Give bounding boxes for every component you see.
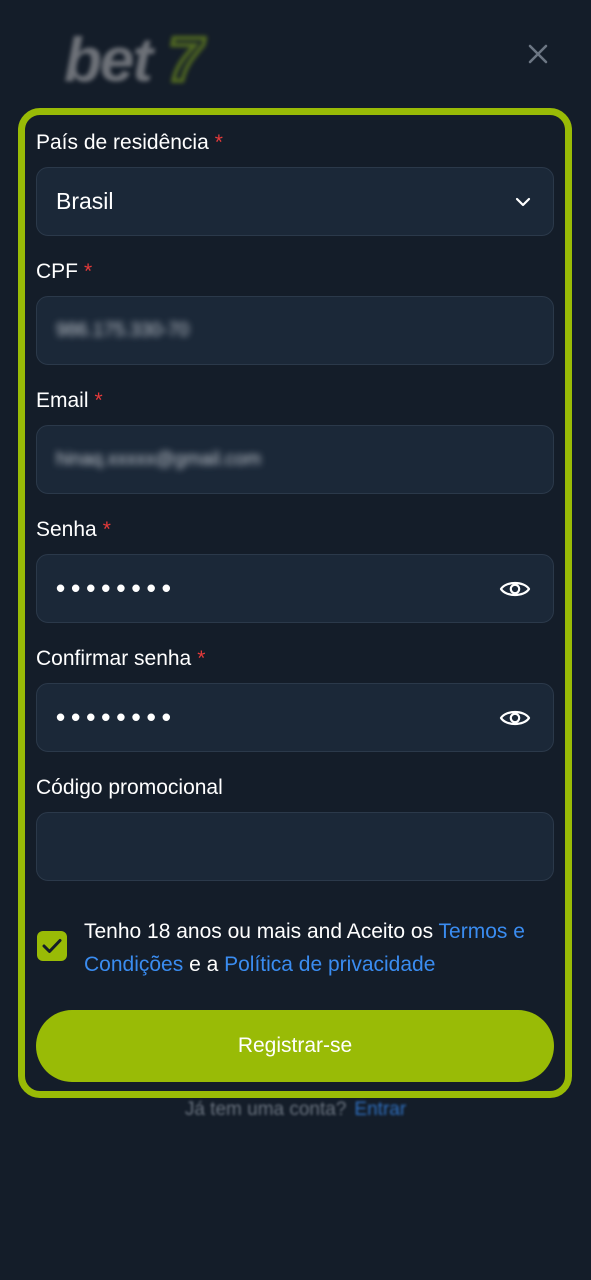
- privacy-policy-link[interactable]: Política de privacidade: [224, 953, 435, 976]
- email-label-text: Email: [36, 389, 89, 412]
- terms-checkbox[interactable]: [37, 931, 67, 961]
- logo-wordmark: bet: [64, 26, 153, 95]
- required-marker: *: [214, 131, 223, 154]
- cpf-label-text: CPF: [36, 260, 78, 283]
- password-input[interactable]: ••••••••: [36, 554, 554, 623]
- checkmark-icon: [42, 939, 62, 953]
- registration-screen: bet 7 País de residência * Brasil CPF * …: [0, 0, 591, 1280]
- email-input[interactable]: hinaq.xxxxx@gmail.com: [36, 425, 554, 494]
- cpf-value: 986.175.330-70: [56, 319, 190, 341]
- country-value: Brasil: [56, 188, 114, 214]
- confirm-password-field: Confirmar senha * ••••••••: [36, 646, 554, 752]
- required-marker: *: [102, 518, 111, 541]
- confirm-password-label-text: Confirmar senha: [36, 647, 192, 670]
- consent-text: Tenho 18 anos ou mais and Aceito os Term…: [84, 915, 556, 981]
- consent-text-part-1: Tenho 18 anos ou mais and Aceito os: [84, 920, 439, 943]
- country-select[interactable]: Brasil: [36, 167, 554, 236]
- required-marker: *: [94, 389, 103, 412]
- login-question: Já tem uma conta?: [184, 1099, 347, 1120]
- consent-text-part-2: e a: [183, 953, 225, 976]
- email-field: Email * hinaq.xxxxx@gmail.com: [36, 388, 554, 494]
- email-value: hinaq.xxxxx@gmail.com: [56, 448, 262, 470]
- required-marker: *: [197, 647, 206, 670]
- promo-code-label-text: Código promocional: [36, 776, 223, 799]
- country-field: País de residência * Brasil: [36, 130, 554, 236]
- login-prompt: Já tem uma conta? Entrar: [0, 1099, 591, 1121]
- country-label: País de residência *: [36, 130, 554, 156]
- password-field: Senha * ••••••••: [36, 517, 554, 623]
- register-button[interactable]: Registrar-se: [36, 1010, 554, 1082]
- eye-icon[interactable]: [499, 578, 531, 600]
- eye-icon[interactable]: [499, 707, 531, 729]
- country-label-text: País de residência: [36, 131, 209, 154]
- required-marker: *: [84, 260, 93, 283]
- close-icon: [528, 44, 548, 64]
- promo-code-input[interactable]: [36, 812, 554, 881]
- terms-consent: Tenho 18 anos ou mais and Aceito os Term…: [36, 915, 554, 985]
- confirm-password-label: Confirmar senha *: [36, 646, 554, 672]
- promo-code-field: Código promocional: [36, 775, 554, 881]
- cpf-label: CPF *: [36, 259, 554, 285]
- login-link[interactable]: Entrar: [354, 1099, 406, 1120]
- password-label-text: Senha: [36, 518, 97, 541]
- cpf-input[interactable]: 986.175.330-70: [36, 296, 554, 365]
- confirm-password-input[interactable]: ••••••••: [36, 683, 554, 752]
- cpf-field: CPF * 986.175.330-70: [36, 259, 554, 365]
- password-value: ••••••••: [56, 573, 177, 603]
- promo-code-label: Código promocional: [36, 775, 554, 801]
- password-label: Senha *: [36, 517, 554, 543]
- chevron-down-icon: [515, 197, 531, 207]
- email-label: Email *: [36, 388, 554, 414]
- registration-form: País de residência * Brasil CPF * 986.17…: [18, 108, 572, 1098]
- confirm-password-value: ••••••••: [56, 702, 177, 732]
- brand-logo: bet 7: [64, 28, 224, 96]
- close-button[interactable]: [522, 38, 554, 70]
- logo-seven: 7: [166, 26, 205, 95]
